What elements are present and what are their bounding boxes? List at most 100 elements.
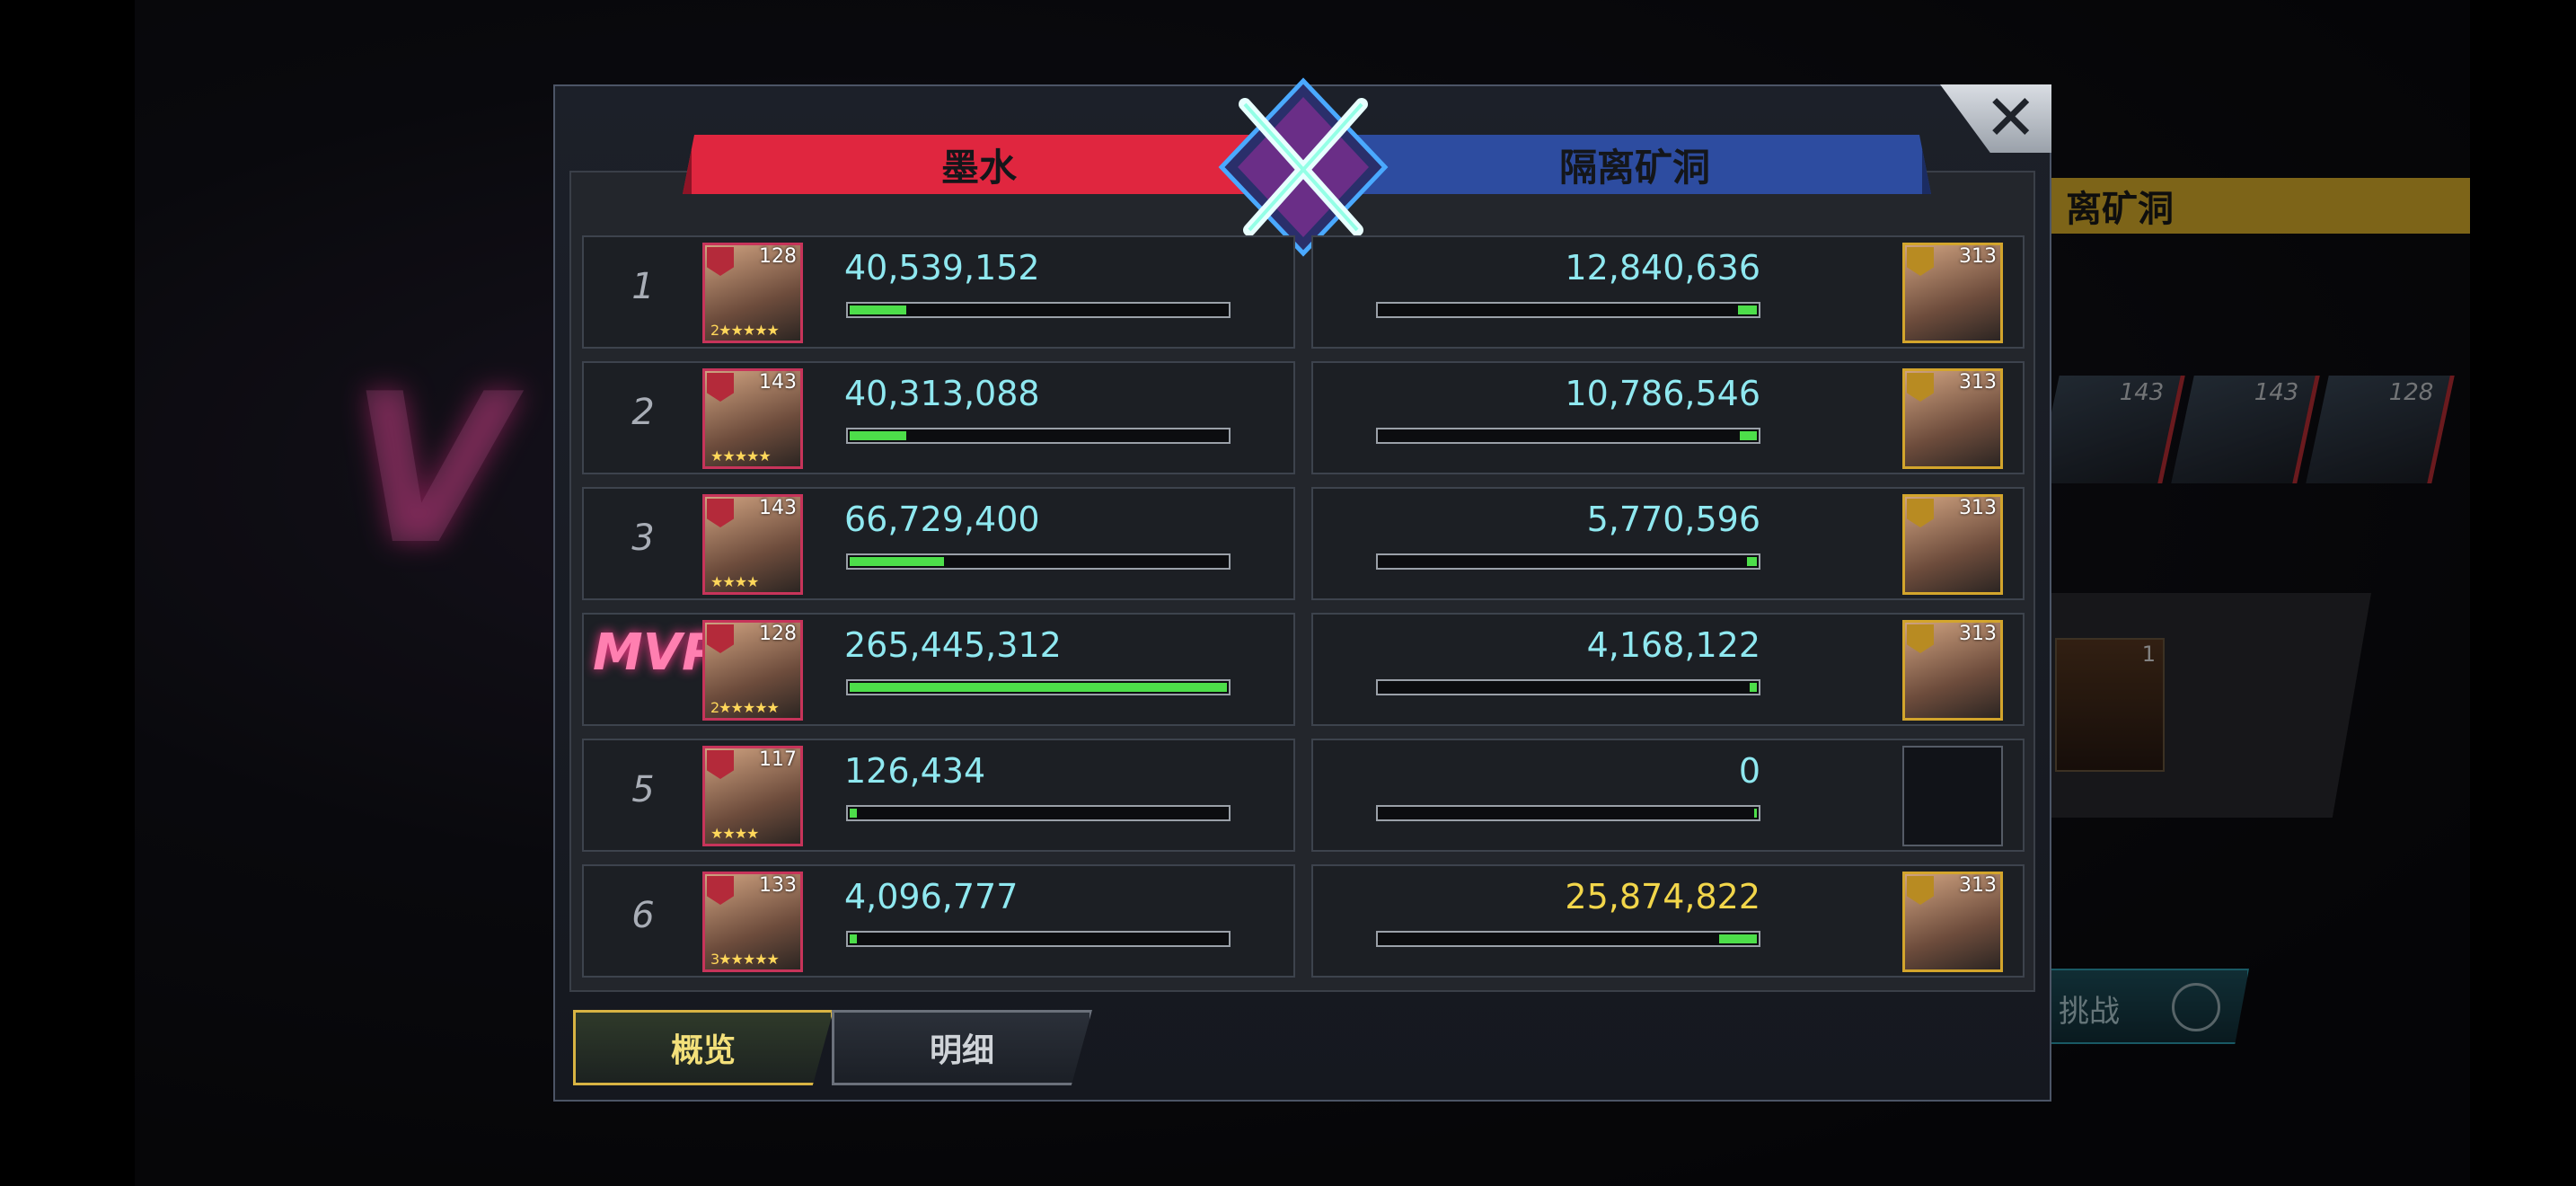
damage-bar-fill — [1738, 305, 1757, 314]
hero-portrait[interactable]: 313 — [1902, 620, 2003, 721]
tab-detail-label: 明细 — [929, 1032, 994, 1069]
tab-detail[interactable]: 明细 — [832, 1010, 1092, 1085]
empty-portrait-slot[interactable] — [1902, 746, 2003, 846]
hero-level: 313 — [1959, 371, 1997, 394]
hero-portrait[interactable]: 128 2★★★★★ — [702, 243, 803, 343]
hero-level: 143 — [759, 497, 797, 519]
faction-icon — [707, 876, 734, 905]
damage-bar-fill — [1740, 431, 1757, 440]
damage-score: 40,313,088 — [844, 374, 1040, 413]
damage-bar — [1376, 553, 1760, 570]
damage-bar-fill — [850, 305, 906, 314]
right-player-row: 131312,840,636 — [1311, 235, 2025, 349]
faction-icon — [707, 499, 734, 527]
damage-score: 12,840,636 — [1565, 248, 1760, 288]
mvp-badge: MVP — [593, 624, 719, 682]
damage-score: 66,729,400 — [844, 500, 1040, 539]
hero-level: 128 — [759, 245, 797, 268]
hero-level: 313 — [1959, 874, 1997, 897]
damage-bar-fill — [1719, 934, 1757, 943]
damage-bar — [846, 553, 1231, 570]
damage-bar — [1376, 805, 1760, 821]
faction-icon — [707, 624, 734, 653]
hero-stars: 2★★★★★ — [710, 699, 780, 716]
player-rank: 1 — [631, 266, 655, 307]
faction-icon — [1907, 624, 1934, 653]
hero-portrait[interactable]: 133 3★★★★★ — [702, 872, 803, 972]
hero-portrait[interactable]: 313 — [1902, 243, 2003, 343]
left-player-row: 2 143 ★★★★★ 40,313,088 — [582, 361, 1295, 474]
damage-bar — [846, 428, 1231, 444]
right-team-banner: 隔离矿洞 — [1347, 135, 1931, 194]
hero-level: 133 — [759, 874, 797, 897]
player-rank: 2 — [631, 392, 655, 433]
damage-score: 40,539,152 — [844, 248, 1040, 288]
hero-stars: 3★★★★★ — [710, 951, 780, 968]
faction-icon — [1907, 876, 1934, 905]
left-player-row: 3 143 ★★★★ 66,729,400 — [582, 487, 1295, 600]
hero-level: 128 — [759, 623, 797, 645]
damage-bar — [846, 679, 1231, 695]
left-team-banner: 墨水 — [683, 135, 1266, 194]
right-player-row: 50 — [1311, 739, 2025, 852]
damage-bar — [1376, 428, 1760, 444]
player-rank: 5 — [631, 769, 655, 810]
hero-portrait[interactable]: 143 ★★★★ — [702, 494, 803, 595]
close-icon: ✕ — [1984, 81, 2037, 155]
damage-bar-fill — [850, 934, 857, 943]
tab-overview[interactable]: 概览 — [573, 1010, 834, 1085]
damage-score: 126,434 — [844, 751, 986, 791]
hero-portrait[interactable]: 128 2★★★★★ — [702, 620, 803, 721]
faction-icon — [707, 750, 734, 779]
right-player-row: 43134,168,122 — [1311, 613, 2025, 726]
right-player-row: 631325,874,822 — [1311, 864, 2025, 978]
damage-bar-fill — [1747, 557, 1757, 566]
damage-score: 5,770,596 — [1586, 500, 1760, 539]
right-player-row: 231310,786,546 — [1311, 361, 2025, 474]
hero-stars: ★★★★ — [710, 573, 759, 590]
hero-level: 313 — [1959, 623, 1997, 645]
damage-bar-fill — [850, 683, 1227, 692]
left-player-row: MVP 128 2★★★★★ 265,445,312 — [582, 613, 1295, 726]
left-player-row: 5 117 ★★★★ 126,434 — [582, 739, 1295, 852]
damage-score: 25,874,822 — [1565, 877, 1760, 916]
left-player-row: 1 128 2★★★★★ 40,539,152 — [582, 235, 1295, 349]
hero-level: 313 — [1959, 497, 1997, 519]
hero-level: 117 — [759, 748, 797, 771]
damage-bar — [846, 931, 1231, 947]
damage-bar — [846, 302, 1231, 318]
crossed-swords-emblem — [1218, 77, 1389, 257]
damage-bar — [1376, 679, 1760, 695]
faction-icon — [707, 373, 734, 402]
damage-score: 4,168,122 — [1586, 625, 1760, 665]
hero-stars: ★★★★★ — [710, 447, 772, 465]
hero-portrait[interactable]: 313 — [1902, 494, 2003, 595]
damage-bar-fill — [850, 431, 906, 440]
hero-level: 313 — [1959, 245, 1997, 268]
faction-icon — [1907, 247, 1934, 276]
hero-stars: 2★★★★★ — [710, 322, 780, 339]
damage-score: 0 — [1738, 751, 1760, 791]
damage-bar-fill — [850, 557, 944, 566]
tab-overview-label: 概览 — [670, 1032, 736, 1069]
left-team-name: 墨水 — [940, 145, 1017, 190]
player-rank: 6 — [631, 895, 655, 936]
damage-score: 265,445,312 — [844, 625, 1062, 665]
damage-bar-fill — [1754, 809, 1757, 818]
damage-bar — [846, 805, 1231, 821]
hero-portrait[interactable]: 313 — [1902, 872, 2003, 972]
left-player-row: 6 133 3★★★★★ 4,096,777 — [582, 864, 1295, 978]
player-rank: 3 — [631, 518, 655, 559]
hero-portrait[interactable]: 117 ★★★★ — [702, 746, 803, 846]
damage-bar-fill — [850, 809, 857, 818]
hero-stars: ★★★★ — [710, 825, 759, 842]
damage-bar — [1376, 931, 1760, 947]
damage-bar-fill — [1750, 683, 1757, 692]
faction-icon — [1907, 499, 1934, 527]
damage-score: 4,096,777 — [844, 877, 1019, 916]
hero-portrait[interactable]: 143 ★★★★★ — [702, 368, 803, 469]
damage-bar — [1376, 302, 1760, 318]
right-player-row: 33135,770,596 — [1311, 487, 2025, 600]
hero-portrait[interactable]: 313 — [1902, 368, 2003, 469]
faction-icon — [1907, 373, 1934, 402]
